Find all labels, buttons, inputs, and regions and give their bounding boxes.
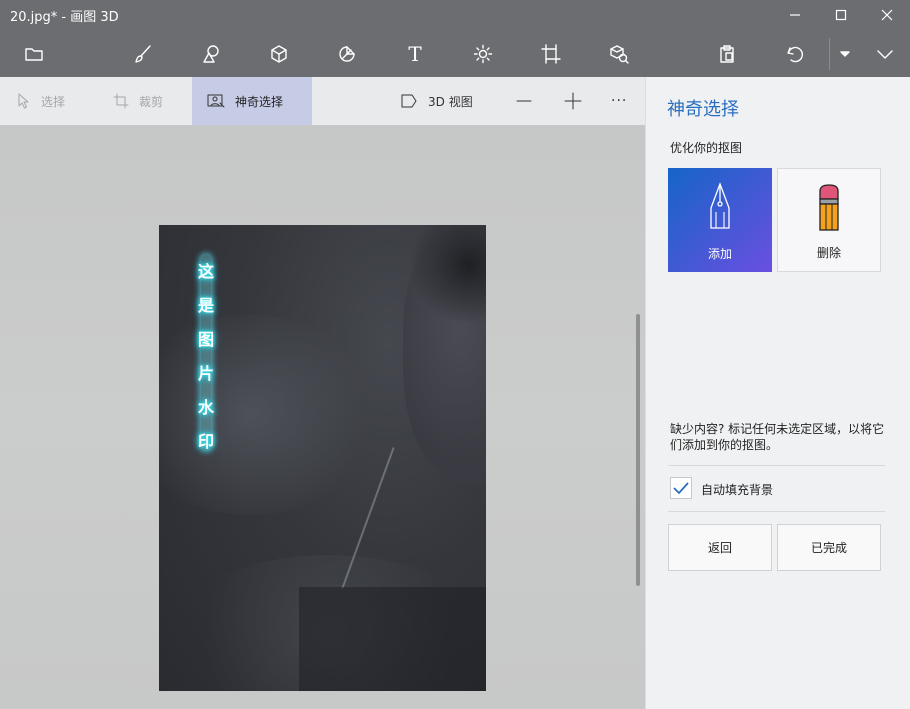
stickers-button[interactable] [330,38,364,70]
divider [668,465,885,466]
minimize-button[interactable] [772,0,818,30]
canvas-icon [541,44,561,64]
undo-icon [787,46,803,63]
main-toolbar: T [0,30,910,77]
library-3d-button[interactable] [602,38,636,70]
zoom-out-button[interactable] [516,77,532,125]
autofill-checkbox[interactable] [670,477,692,499]
watermark-char: 片 [197,364,214,383]
plus-icon [564,92,582,110]
magic-select-panel: 神奇选择 优化你的抠图 添加 删除 缺少内容? 标记任何未选定区域，以将它们添加… [645,77,910,709]
undo-history-dropdown[interactable] [832,38,858,70]
view-3d-icon [401,94,417,108]
undo-button[interactable] [778,38,812,70]
canvas-image[interactable]: 这 是 图 片 水 印 [159,225,486,691]
checkmark-icon [673,482,689,495]
canvas-button[interactable] [534,38,568,70]
watermark-char: 印 [197,432,214,451]
delete-label: 删除 [816,246,841,260]
window-title: 20.jpg* - 画图 3D [10,10,119,25]
folder-icon [25,48,43,61]
effects-icon [473,44,493,64]
select-button[interactable]: 选择 [17,77,65,125]
dropdown-icon [840,51,850,57]
shapes-3d-button[interactable] [262,38,296,70]
zoom-in-button[interactable] [564,77,582,125]
menu-button[interactable] [17,38,51,70]
more-icon: ··· [611,93,628,109]
paste-icon [720,45,734,63]
text-button[interactable]: T [398,38,432,70]
hint-text: 缺少内容? 标记任何未选定区域，以将它们添加到你的抠图。 [670,422,885,452]
delete-button[interactable]: 删除 [777,168,881,272]
watermark-text: 这 是 图 片 水 印 [195,255,217,459]
library-3d-icon [610,45,629,64]
panel-title: 神奇选择 [667,99,739,120]
title-bar: 20.jpg* - 画图 3D [0,0,910,30]
magic-select-label: 神奇选择 [235,94,284,109]
vertical-scrollbar[interactable] [636,314,640,586]
selection-region [299,587,486,691]
maximize-button[interactable] [818,0,864,30]
panel-subtitle: 优化你的抠图 [670,141,743,155]
select-label: 选择 [41,94,66,109]
pen-nib-icon [710,182,730,229]
watermark-char: 是 [197,296,214,315]
close-icon [881,9,893,21]
shapes-2d-icon [203,45,219,63]
back-button[interactable]: 返回 [668,524,772,571]
effects-button[interactable] [466,38,500,70]
divider [668,511,885,512]
expand-toolbar-button[interactable] [868,38,902,70]
watermark-char: 图 [197,330,214,349]
shapes-2d-button[interactable] [194,38,228,70]
add-button[interactable]: 添加 [668,168,772,272]
toolbar-separator [829,38,830,70]
sub-toolbar: 选择 裁剪 神奇选择 3D 视图 ··· [0,77,645,125]
crop-label: 裁剪 [139,94,164,109]
autofill-label: 自动填充背景 [701,483,774,497]
shapes-3d-icon [271,45,287,63]
watermark-char: 水 [197,398,214,417]
more-options-button[interactable]: ··· [611,77,627,125]
crop-button[interactable]: 裁剪 [113,77,163,125]
maximize-icon [835,9,847,21]
eraser-icon [819,184,839,231]
cursor-icon [18,93,29,109]
text-icon: T [408,42,422,66]
expand-icon [877,50,893,59]
stickers-icon [339,46,355,62]
magic-select-icon [207,94,225,108]
view-3d-label: 3D 视图 [428,94,473,109]
add-label: 添加 [707,247,732,261]
close-button[interactable] [864,0,910,30]
paste-button[interactable] [710,38,744,70]
view-3d-button[interactable]: 3D 视图 [400,77,473,125]
brushes-button[interactable] [126,38,160,70]
done-button[interactable]: 已完成 [777,524,881,571]
watermark-char: 这 [197,262,214,281]
magic-select-button[interactable]: 神奇选择 [192,77,312,125]
crop-icon [113,93,129,109]
minimize-icon [790,14,800,16]
cloud-haze [159,315,379,515]
brush-icon [135,45,151,63]
minus-icon [516,100,532,102]
